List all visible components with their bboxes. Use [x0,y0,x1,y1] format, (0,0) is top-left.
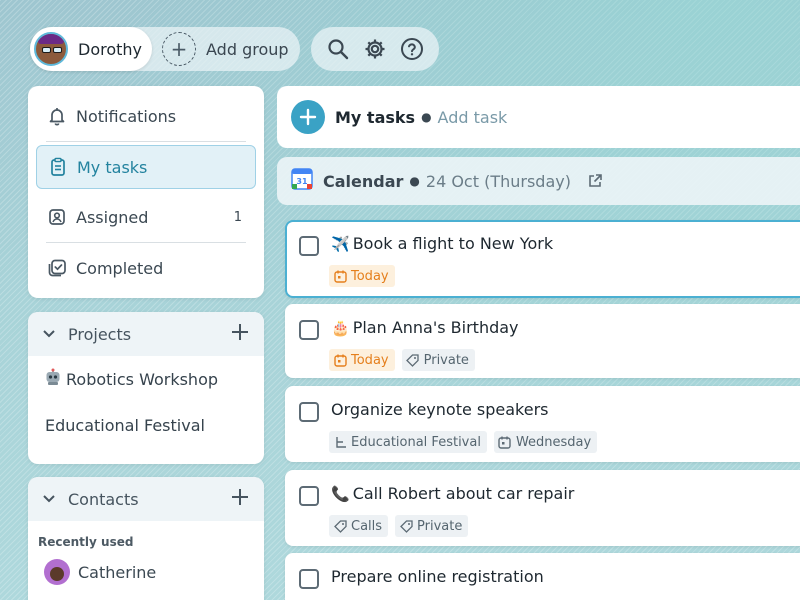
chevron-down-icon [42,494,58,504]
task-tags: Today Private [329,349,475,371]
divider [46,242,246,243]
task-tags: Calls Private [329,515,469,537]
tag-icon [399,519,413,533]
calendar-date: 24 Oct (Thursday) [425,171,571,191]
plus-icon: + [162,32,196,66]
user-name: Dorothy [78,39,143,59]
nav-item-assigned[interactable]: Assigned 1 [36,195,256,239]
task-checkbox[interactable] [299,569,319,589]
projects-title: Projects [68,324,132,344]
label-tag[interactable]: Private [395,515,469,537]
add-task-button[interactable] [291,100,325,134]
task-tags: Educational Festival Wednesday [329,431,598,453]
add-contact-icon[interactable] [230,487,250,511]
calendar-icon [498,435,512,449]
task-tags: Today [329,265,395,287]
projects-panel: Projects Robotics Workshop Educational F… [28,312,264,464]
task-card[interactable]: ✈️ Book a flight to New York Today [285,220,800,298]
tag-icon [406,353,420,367]
check-stack-icon [46,257,68,279]
cake-icon: 🎂 [331,319,350,337]
task-title: Prepare online registration [331,567,544,586]
contacts-panel: Contacts Recently used Catherine [28,477,264,600]
help-icon[interactable] [399,36,425,62]
project-label: Educational Festival [45,415,205,435]
search-icon[interactable] [325,36,351,62]
label-tag[interactable]: Calls [329,515,389,537]
due-date-tag[interactable]: Wednesday [493,431,598,453]
task-card[interactable]: 📞 Call Robert about car repair Calls Priv… [285,470,800,546]
nav-item-completed[interactable]: Completed [36,246,256,290]
user-avatar [34,32,68,66]
due-today-tag[interactable]: Today [329,265,395,287]
nav-item-notifications[interactable]: Notifications [36,94,256,138]
toolbar [311,27,439,71]
nav-item-my-tasks[interactable]: My tasks [36,145,256,189]
add-group-button[interactable]: + Add group [162,32,289,66]
due-today-tag[interactable]: Today [329,349,395,371]
task-title: 📞 Call Robert about car repair [331,484,575,503]
clipboard-icon [47,156,69,178]
task-card[interactable]: Organize keynote speakers Educational Fe… [285,386,800,462]
svg-text:31: 31 [296,177,308,186]
assigned-count-badge: 1 [233,209,242,225]
project-tag[interactable]: Educational Festival [329,431,487,453]
contact-item[interactable]: Catherine [28,549,264,595]
project-icon [333,435,347,449]
robot-icon [44,368,62,390]
calendar-icon [333,353,347,367]
calendar-title: Calendar [323,171,404,191]
task-checkbox[interactable] [299,402,319,422]
contact-avatar [44,559,70,585]
calendar-icon [333,269,347,283]
task-card[interactable]: 🎂 Plan Anna's Birthday Today Private [285,304,800,378]
nav-label: Notifications [76,106,177,126]
project-item[interactable]: Robotics Workshop [28,356,264,402]
project-label: Robotics Workshop [66,369,219,389]
nav-label: Assigned [76,207,149,227]
task-card[interactable]: Prepare online registration [285,553,800,600]
add-project-icon[interactable] [230,322,250,346]
contacts-header[interactable]: Contacts [28,477,264,521]
page-title: My tasks [335,107,416,127]
calendar-section-header: 31 Calendar ● 24 Oct (Thursday) [277,157,800,205]
nav-label: Completed [76,258,164,278]
task-checkbox[interactable] [299,486,319,506]
phone-icon: 📞 [331,485,350,503]
external-link-icon[interactable] [587,173,603,189]
user-badge-icon [46,206,68,228]
nav-label: My tasks [77,157,148,177]
recently-used-label: Recently used [38,535,134,549]
google-calendar-icon: 31 [291,168,313,194]
projects-header[interactable]: Projects [28,312,264,356]
chevron-down-icon [42,329,58,339]
task-checkbox[interactable] [299,236,319,256]
task-checkbox[interactable] [299,320,319,340]
gear-icon[interactable] [362,36,388,62]
tag-icon [333,519,347,533]
task-title: 🎂 Plan Anna's Birthday [331,318,519,337]
airplane-icon: ✈️ [331,235,350,253]
separator-dot: ● [409,174,420,188]
divider [46,141,246,142]
task-title: ✈️ Book a flight to New York [331,234,554,253]
label-tag[interactable]: Private [401,349,475,371]
contacts-title: Contacts [68,489,139,509]
project-item[interactable]: Educational Festival [28,402,264,448]
add-task-input[interactable]: Add task [438,108,508,127]
add-group-label: Add group [206,39,289,59]
bell-icon [46,105,68,127]
contact-label: Catherine [78,562,157,582]
nav-panel: Notifications My tasks Assigned 1 Comple… [28,86,264,298]
separator-dot: ● [421,110,432,124]
task-title: Organize keynote speakers [331,400,549,419]
add-task-bar: My tasks ● Add task [277,86,800,148]
user-chip[interactable]: Dorothy [30,27,152,71]
